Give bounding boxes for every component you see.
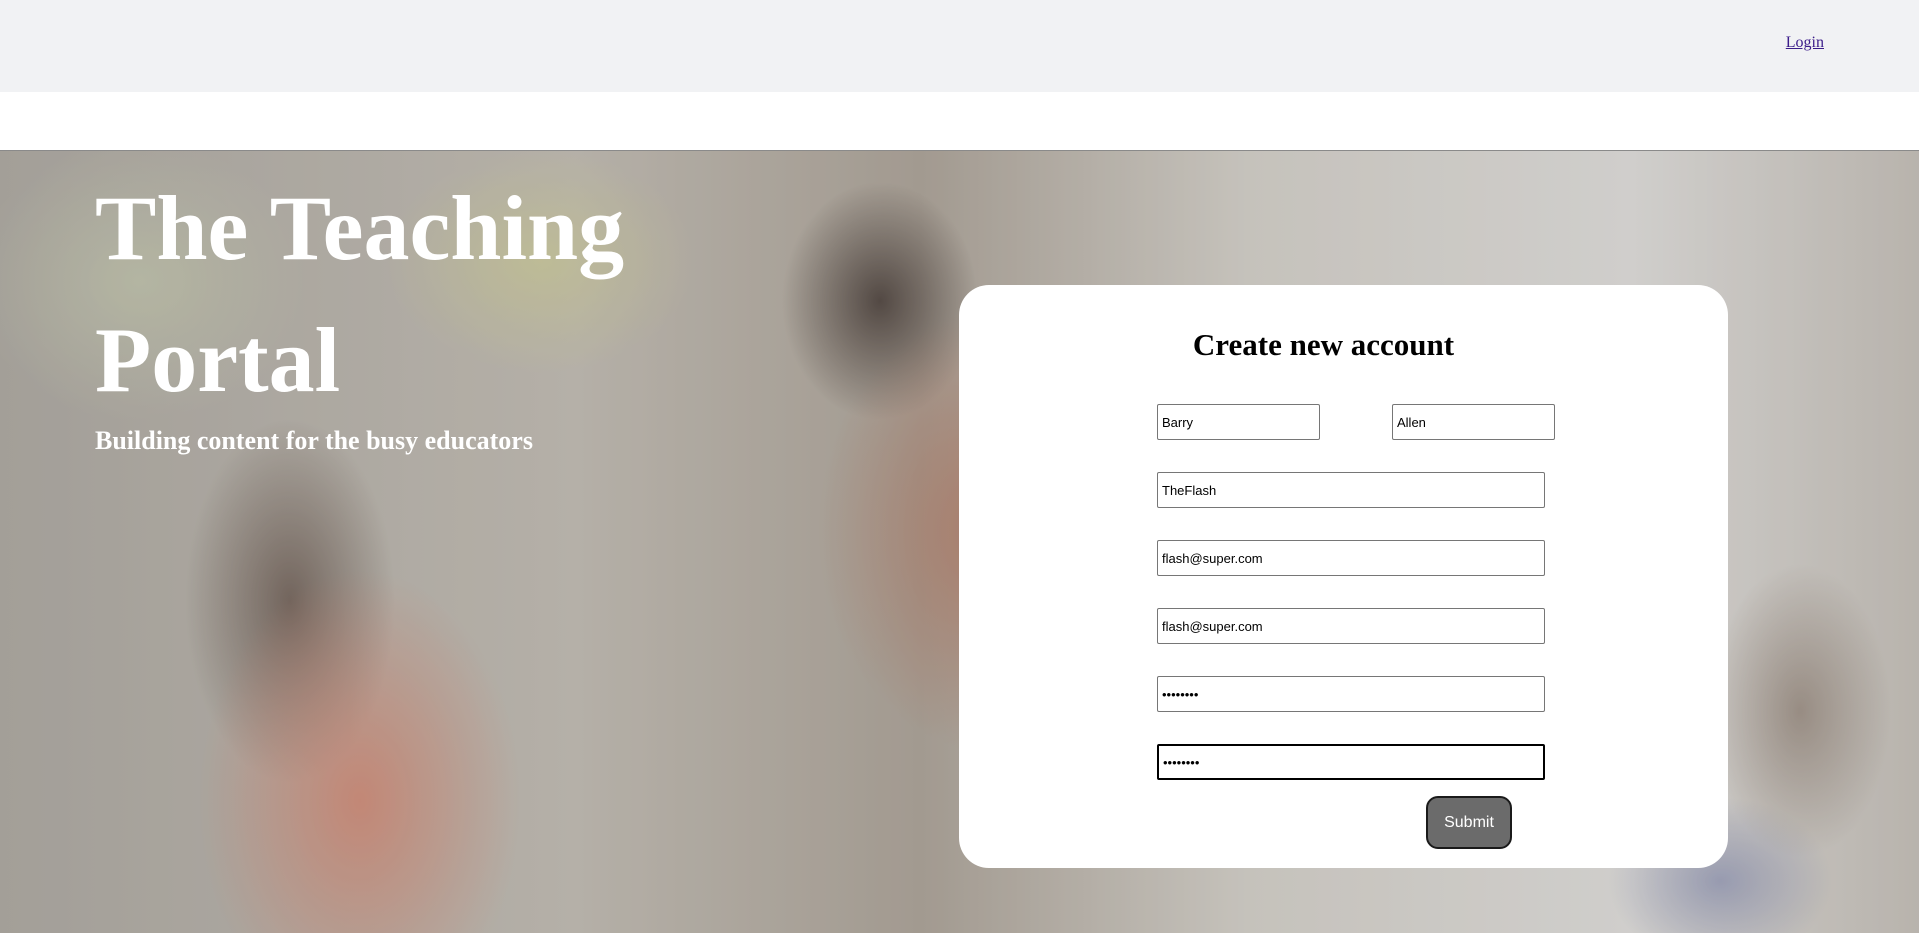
login-link[interactable]: Login — [1786, 34, 1824, 52]
submit-button[interactable]: Submit — [1426, 796, 1512, 849]
username-input[interactable] — [1157, 472, 1545, 508]
header-spacer — [0, 92, 1919, 151]
hero-subtitle: Building content for the busy educators — [95, 426, 533, 455]
confirm-password-input[interactable] — [1157, 744, 1545, 780]
confirm-email-input[interactable] — [1157, 608, 1545, 644]
password-input[interactable] — [1157, 676, 1545, 712]
form-title: Create new account — [1192, 327, 1455, 362]
last-name-input[interactable] — [1392, 404, 1555, 440]
signup-card: Create new account Submit — [959, 285, 1728, 868]
email-input[interactable] — [1157, 540, 1545, 576]
top-nav-bar: Login — [0, 0, 1919, 92]
hero-title: The Teaching Portal — [95, 177, 625, 411]
first-name-input[interactable] — [1157, 404, 1320, 440]
